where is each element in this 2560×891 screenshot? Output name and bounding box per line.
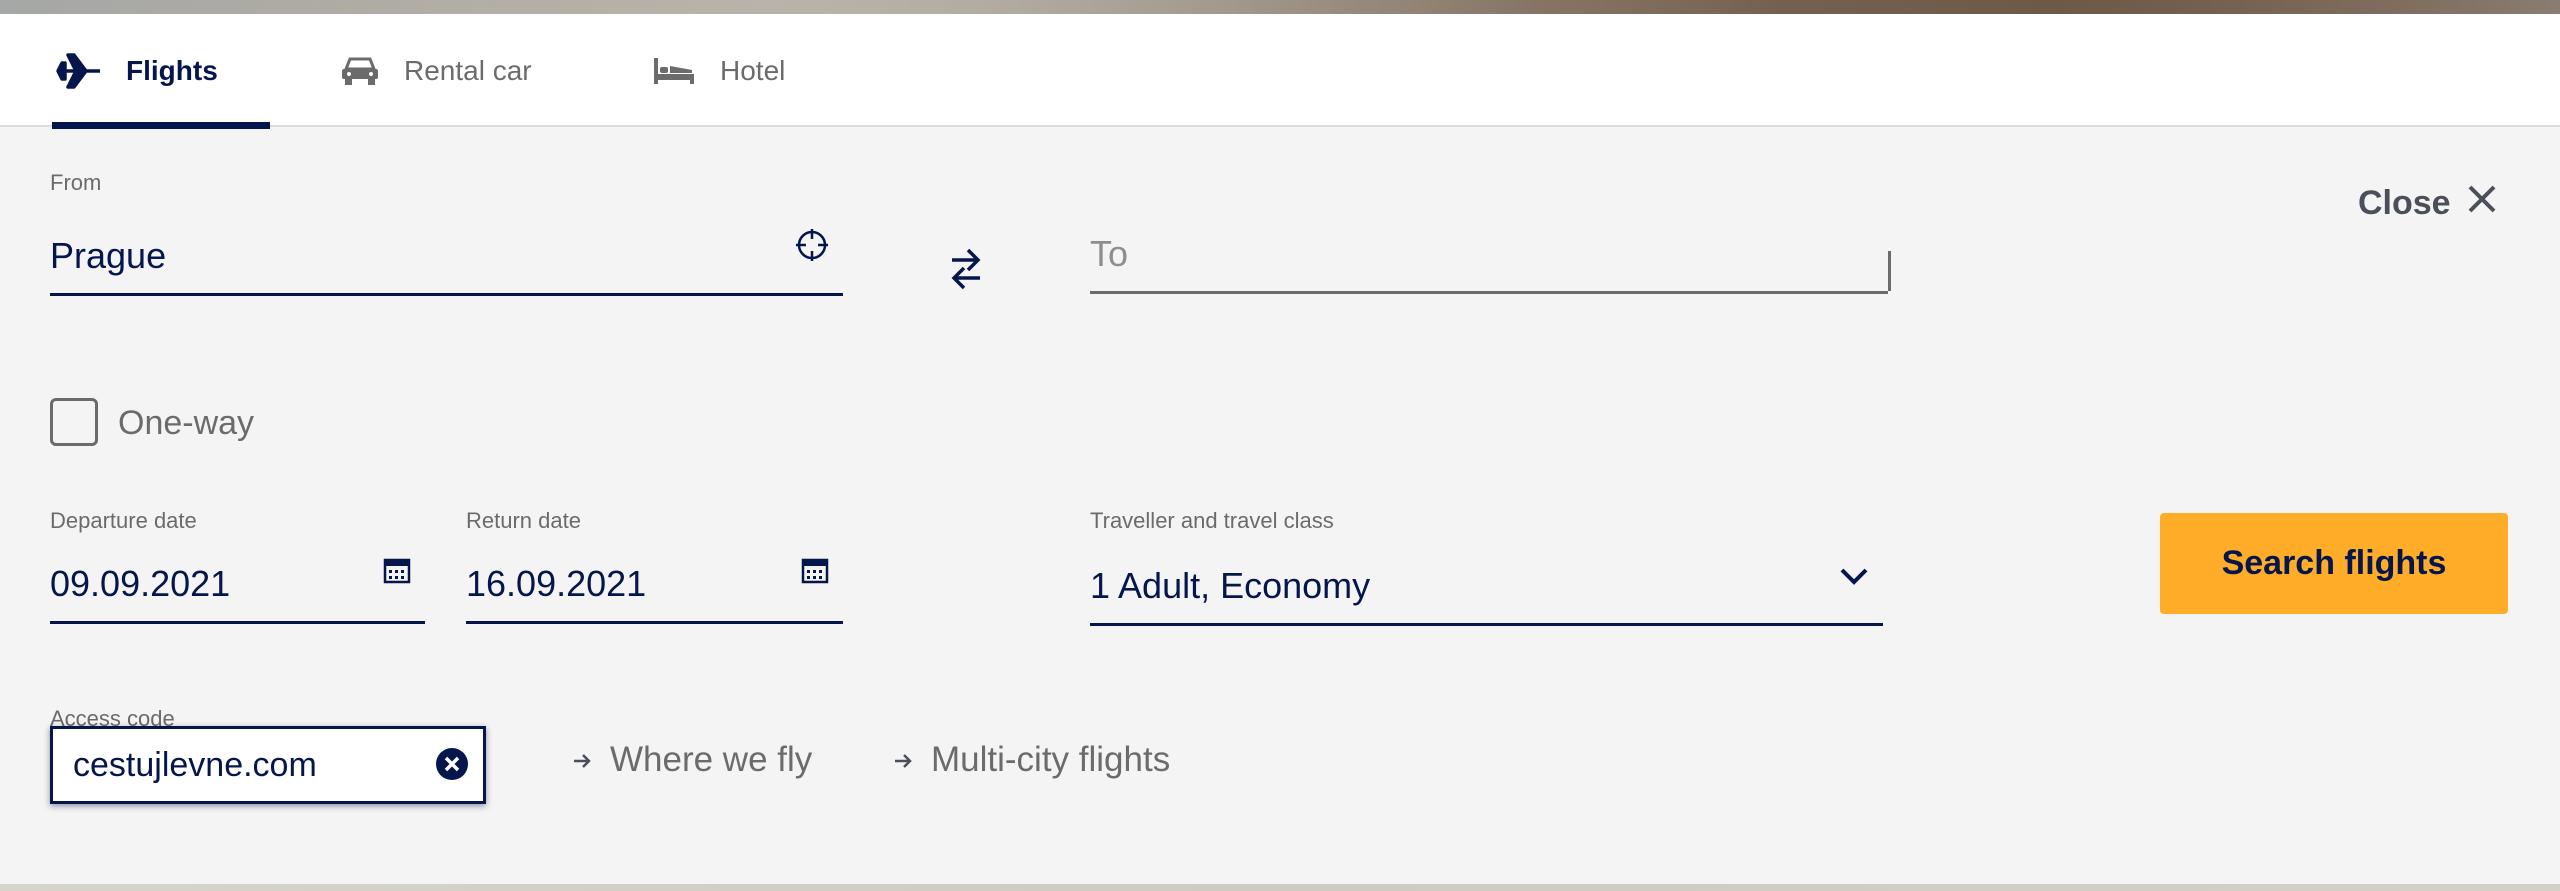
where-we-fly-link[interactable]: Where we fly <box>572 740 812 780</box>
to-field[interactable]: To <box>1090 210 1891 294</box>
tab-hotel-label: Hotel <box>720 54 786 86</box>
tab-rental-car-label: Rental car <box>404 54 532 86</box>
return-date-label: Return date <box>466 508 581 533</box>
from-field[interactable]: Prague <box>50 200 843 296</box>
tab-hotel[interactable]: Hotel <box>652 14 785 127</box>
one-way-label: One-way <box>118 404 255 442</box>
airplane-icon <box>56 51 102 91</box>
traveller-label: Traveller and travel class <box>1090 508 1334 533</box>
departure-date-label: Departure date <box>50 508 197 533</box>
departure-date-value: 09.09.2021 <box>50 563 231 604</box>
traveller-select[interactable]: 1 Adult, Economy <box>1090 534 1883 626</box>
chevron-down-icon <box>1839 553 1869 595</box>
arrow-right-icon <box>572 740 592 780</box>
return-date-field[interactable]: 16.09.2021 <box>466 534 843 624</box>
from-value: Prague <box>50 235 167 276</box>
flight-search-panel: Flights Rental car Hotel From Prague To … <box>0 14 2560 884</box>
car-icon <box>340 55 380 87</box>
tab-bar: Flights Rental car Hotel <box>0 14 2560 129</box>
calendar-icon[interactable] <box>801 551 829 593</box>
arrow-right-icon <box>893 740 913 780</box>
tab-rental-car[interactable]: Rental car <box>340 14 532 127</box>
close-button[interactable]: Close <box>2358 184 2497 223</box>
access-code-input[interactable]: cestujlevne.com <box>50 726 486 804</box>
where-we-fly-label: Where we fly <box>610 740 813 779</box>
bed-icon <box>652 56 696 86</box>
traveller-value: 1 Adult, Economy <box>1090 565 1371 606</box>
multi-city-link[interactable]: Multi-city flights <box>893 740 1170 780</box>
close-label: Close <box>2358 184 2451 222</box>
locate-icon[interactable] <box>795 228 829 271</box>
active-tab-indicator <box>52 122 270 129</box>
swap-icon[interactable] <box>948 244 984 299</box>
to-placeholder: To <box>1090 233 1129 274</box>
departure-date-field[interactable]: 09.09.2021 <box>50 534 425 624</box>
tab-flights[interactable]: Flights <box>52 14 270 129</box>
clear-icon[interactable] <box>435 747 469 786</box>
one-way-checkbox[interactable] <box>50 398 98 446</box>
search-flights-button[interactable]: Search flights <box>2160 513 2508 614</box>
return-date-value: 16.09.2021 <box>466 563 647 604</box>
tab-flights-label: Flights <box>126 54 218 86</box>
calendar-icon[interactable] <box>383 551 411 593</box>
from-label: From <box>50 170 102 195</box>
access-code-value: cestujlevne.com <box>73 746 317 784</box>
multi-city-label: Multi-city flights <box>931 740 1171 779</box>
close-icon <box>2467 184 2497 223</box>
